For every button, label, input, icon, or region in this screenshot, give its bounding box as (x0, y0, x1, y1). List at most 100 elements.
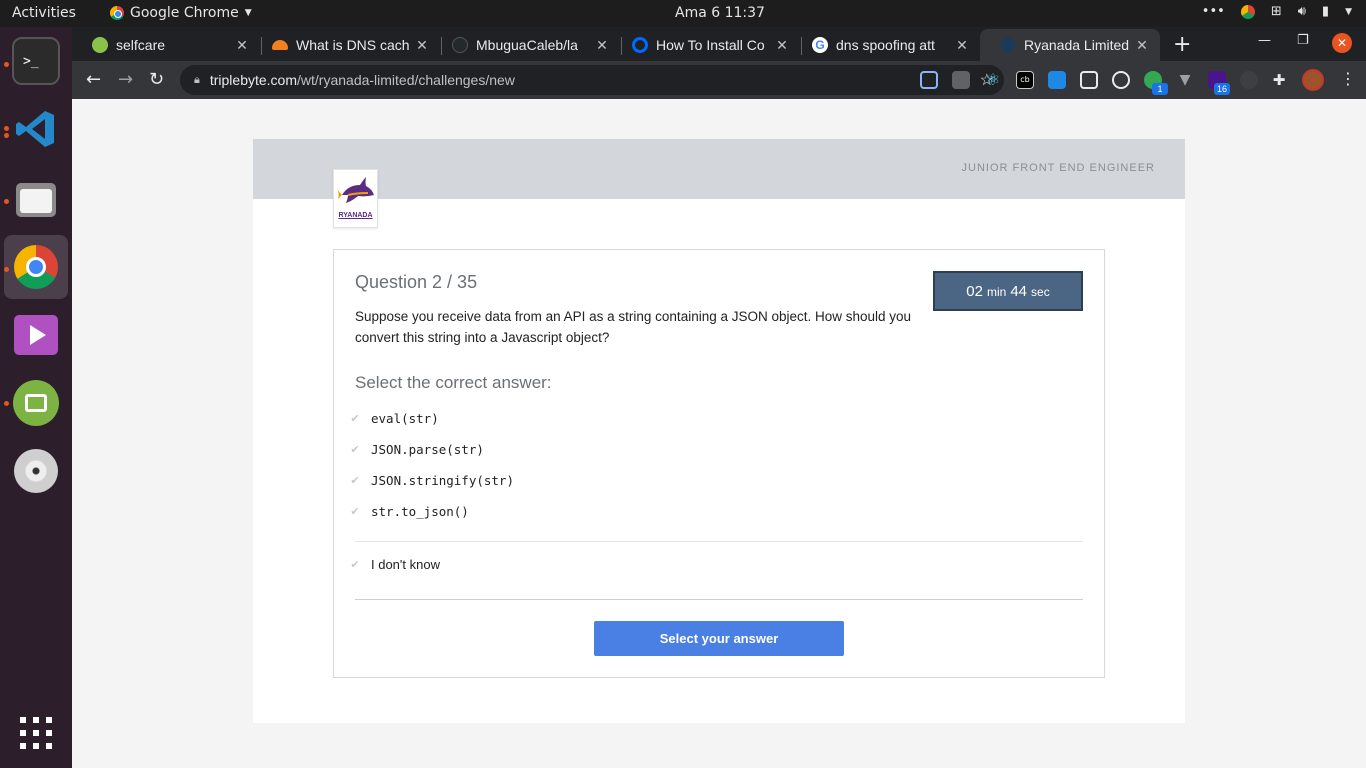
logo-text: RYANADA (338, 212, 373, 219)
tab-selfcare[interactable]: selfcare ✕ (72, 29, 260, 61)
dont-know-option[interactable]: ✔ I don't know (349, 553, 440, 575)
challenge-card: JUNIOR FRONT END ENGINEER RYANADA Questi… (253, 139, 1185, 723)
page-content: JUNIOR FRONT END ENGINEER RYANADA Questi… (72, 99, 1366, 768)
tab-title: selfcare (116, 37, 166, 53)
question-panel: Question 2 / 35 02 min 44 sec Suppose yo… (333, 249, 1105, 678)
select-answer-label: Select the correct answer: (355, 373, 552, 392)
url-path: /wt/ryanada-limited/challenges/new (297, 72, 515, 88)
chevron-down-icon[interactable]: ▼ (1345, 7, 1352, 17)
face-extension-icon[interactable] (1240, 71, 1258, 89)
running-indicator (4, 126, 9, 131)
answer-option[interactable]: ✔ JSON.parse(str) (349, 438, 484, 460)
answer-option[interactable]: ✔ JSON.stringify(str) (349, 469, 514, 491)
chart-extension-icon[interactable] (920, 71, 938, 89)
close-icon[interactable]: ✕ (952, 37, 972, 54)
check-icon: ✔ (350, 505, 360, 518)
software-updater-icon[interactable] (12, 379, 60, 427)
chrome-icon[interactable] (12, 243, 60, 291)
address-bar[interactable]: 🔒︎ triplebyte.com/wt/ryanada-limited/cha… (180, 65, 1004, 95)
triplebyte-icon (998, 35, 1018, 55)
selfcare-icon (92, 37, 108, 53)
system-tray[interactable]: ••• ⊞ 🔊︎ ▮ ▼ (1202, 4, 1352, 19)
dock: >_ (0, 27, 72, 768)
role-title: JUNIOR FRONT END ENGINEER (961, 162, 1155, 174)
react-devtools-icon[interactable]: ⚛ (984, 71, 1002, 89)
network-icon[interactable]: ⊞ (1271, 4, 1282, 19)
running-indicator (4, 62, 9, 67)
files-icon[interactable] (12, 175, 60, 223)
running-indicator (4, 401, 9, 406)
tab-dns-cache[interactable]: What is DNS cach ✕ (252, 29, 440, 61)
minimize-button[interactable]: — (1258, 33, 1271, 48)
show-apps-icon[interactable] (12, 709, 60, 757)
menu-icon[interactable]: ⋮ (1340, 69, 1356, 88)
blue-extension-icon[interactable] (1048, 71, 1066, 89)
google-icon: G (812, 37, 828, 53)
github-icon (452, 37, 468, 53)
lock-icon[interactable]: 🔒︎ (194, 74, 200, 87)
tab-title: What is DNS cach (296, 37, 410, 53)
submit-answer-button[interactable]: Select your answer (594, 621, 844, 656)
company-logo: RYANADA (333, 169, 378, 228)
running-indicator (4, 133, 9, 138)
question-text: Suppose you receive data from an API as … (355, 309, 912, 345)
close-icon[interactable]: ✕ (232, 37, 252, 54)
vscode-icon[interactable] (12, 105, 60, 153)
cb-extension-icon[interactable]: cb (1016, 71, 1034, 89)
new-tab-button[interactable]: + (1173, 32, 1191, 57)
reload-button[interactable]: ↻ (149, 69, 164, 90)
timer-min-unit: min (986, 285, 1007, 299)
close-icon[interactable]: ✕ (592, 37, 612, 54)
forward-button[interactable]: → (118, 69, 133, 90)
tab-digitalocean[interactable]: How To Install Co ✕ (612, 29, 800, 61)
close-icon[interactable]: ✕ (1132, 37, 1152, 54)
tab-ryanada[interactable]: Ryanada Limited ✕ (980, 29, 1160, 61)
battery-icon[interactable]: ▮ (1322, 4, 1329, 19)
tab-dns-spoofing[interactable]: G dns spoofing att ✕ (792, 29, 980, 61)
tab-title: MbuguaCaleb/la (476, 37, 578, 53)
answer-text: JSON.parse(str) (371, 441, 484, 457)
tab-github[interactable]: MbuguaCaleb/la ✕ (432, 29, 620, 61)
close-icon[interactable]: ✕ (412, 37, 432, 54)
chrome-tray-icon[interactable] (1240, 4, 1255, 19)
more-icon[interactable]: ••• (1202, 4, 1225, 19)
tab-strip: selfcare ✕ What is DNS cach ✕ MbuguaCale… (72, 27, 1366, 61)
code-extension-icon[interactable] (1112, 71, 1130, 89)
disc-icon[interactable] (12, 447, 60, 495)
browser-toolbar: ← → ↻ 🔒︎ triplebyte.com/wt/ryanada-limit… (72, 61, 1366, 99)
question-title: Question 2 / 35 (355, 272, 478, 292)
divider (355, 599, 1083, 600)
extension-icon[interactable] (952, 71, 970, 89)
close-window-button[interactable]: ✕ (1332, 33, 1352, 53)
puzzle-icon[interactable]: ✚ (1270, 71, 1288, 89)
volume-icon[interactable]: 🔊︎ (1298, 4, 1306, 19)
timer-sec-unit: sec (1031, 285, 1050, 299)
check-icon: ✔ (350, 443, 360, 456)
running-indicator (4, 267, 9, 272)
tab-title: How To Install Co (656, 37, 765, 53)
cloudflare-icon (272, 40, 288, 50)
answer-text: str.to_json() (371, 503, 469, 519)
shark-icon (336, 177, 374, 203)
terminal-icon[interactable]: >_ (12, 37, 60, 85)
screenshot-icon[interactable] (1080, 71, 1098, 89)
close-icon[interactable]: ✕ (772, 37, 792, 54)
avatar[interactable] (1302, 69, 1324, 91)
back-button[interactable]: ← (86, 69, 101, 90)
divider (355, 541, 1083, 542)
clock[interactable]: Ama 6 11:37 (0, 5, 1366, 21)
video-player-icon[interactable] (12, 311, 60, 359)
answer-text: eval(str) (371, 410, 439, 426)
check-icon: ✔ (350, 474, 360, 487)
countdown-timer: 02 min 44 sec (933, 271, 1083, 311)
vue-devtools-icon[interactable]: ▼ (1176, 71, 1194, 89)
extension-badge: 1 (1152, 83, 1168, 95)
timer-seconds: 44 (1010, 283, 1028, 300)
tab-title: dns spoofing att (836, 37, 935, 53)
restore-button[interactable]: ❐ (1297, 33, 1309, 48)
answer-text: JSON.stringify(str) (371, 472, 514, 488)
answer-option[interactable]: ✔ eval(str) (349, 407, 439, 429)
svg-text:>_: >_ (23, 54, 39, 69)
answer-option[interactable]: ✔ str.to_json() (349, 500, 469, 522)
timer-minutes: 02 (966, 283, 983, 300)
